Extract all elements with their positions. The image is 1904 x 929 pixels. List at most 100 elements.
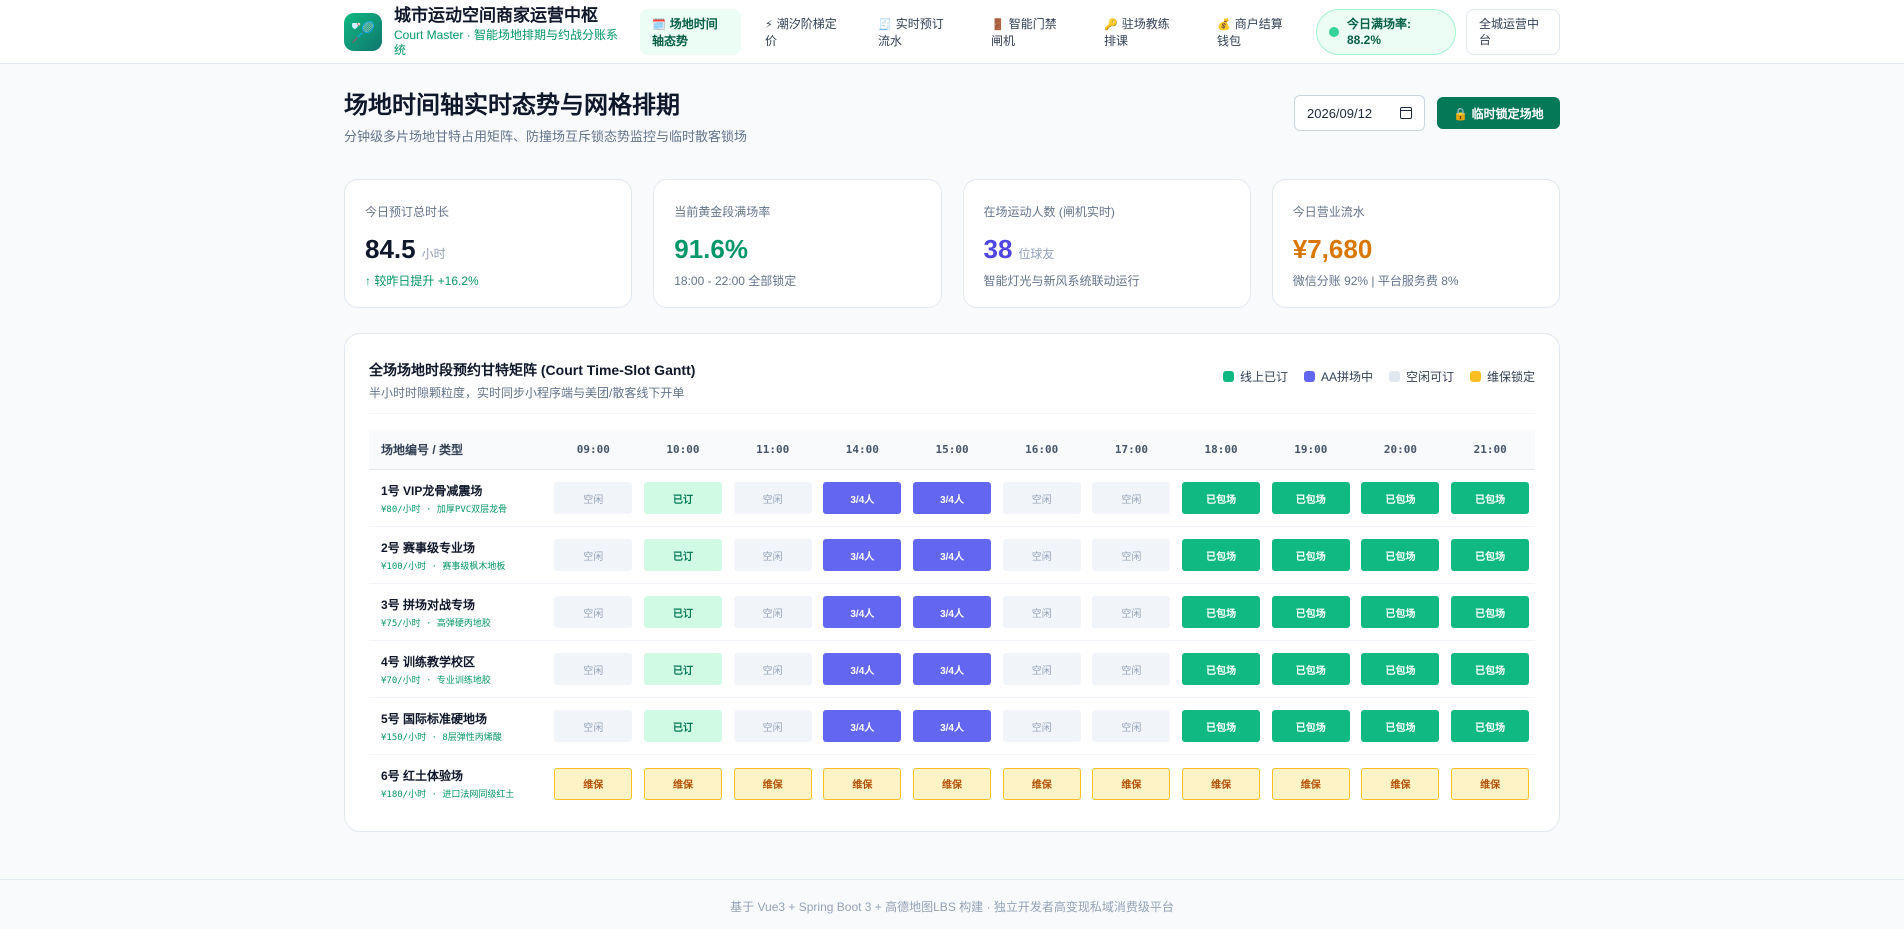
slot-cell[interactable]: 已包场 <box>1271 653 1350 685</box>
slot-cell[interactable]: 空闲 <box>1092 710 1171 742</box>
slot-cell[interactable]: 已包场 <box>1361 710 1440 742</box>
slot-cell[interactable]: 维保 <box>1182 767 1261 800</box>
date-picker[interactable]: 2026/09/12 <box>1294 95 1425 131</box>
brand[interactable]: 🏸 城市运动空间商家运营中枢 Court Master · 智能场地排期与约战分… <box>344 6 630 58</box>
slot-cell[interactable]: 已包场 <box>1182 710 1261 742</box>
slot-cell[interactable]: 已包场 <box>1271 539 1350 571</box>
slot-wrap: 空闲 <box>997 710 1087 742</box>
slot-cell[interactable]: 已包场 <box>1271 596 1350 628</box>
stat-note: 微信分账 92% | 平台服务费 8% <box>1292 274 1459 288</box>
court-meta: ¥70/小时 · 专业训练地胶 <box>381 675 491 686</box>
nav-item-3[interactable]: 🧾 实时预订流水 <box>866 9 967 55</box>
nav-item-6[interactable]: 💰 商户结算钱包 <box>1205 9 1306 55</box>
slot-cell[interactable]: 已包场 <box>1451 710 1530 742</box>
slot-cell[interactable]: 空闲 <box>1002 653 1081 685</box>
time-header: 19:00 <box>1294 443 1328 456</box>
slot-cell[interactable]: 已包场 <box>1451 539 1530 571</box>
stats-row: 今日预订总时长 84.5 小时 ↑ 较昨日提升 +16.2% 当前黄金段满场率 91.6%… <box>344 179 1560 308</box>
slot-cell[interactable]: 3/4人 <box>823 539 902 571</box>
slot-cell[interactable]: 维保 <box>913 767 992 800</box>
slot-cell[interactable]: 维保 <box>1092 767 1171 800</box>
slot-cell[interactable]: 3/4人 <box>913 710 992 742</box>
slot-cell[interactable]: 空闲 <box>733 710 812 742</box>
slot-cell[interactable]: 空闲 <box>733 482 812 514</box>
stat-unit: 位球友 <box>1018 247 1055 261</box>
slot-cell[interactable]: 维保 <box>1361 767 1440 800</box>
court-meta: ¥180/小时 · 进口法网同级红土 <box>381 790 515 800</box>
slot-cell[interactable]: 空闲 <box>1092 539 1171 571</box>
stat-value: 91.6% <box>674 234 748 264</box>
slot-cell[interactable]: 3/4人 <box>913 539 992 571</box>
slot-cell[interactable]: 空闲 <box>1002 539 1081 571</box>
slot-cell[interactable]: 已包场 <box>1182 539 1261 571</box>
slot-cell[interactable]: 空闲 <box>554 482 633 514</box>
time-header: 10:00 <box>666 443 700 456</box>
nav-item-label: ⚡ 潮汐阶梯定价 <box>765 16 842 49</box>
slot-wrap: 已包场 <box>1176 539 1266 571</box>
slot-cell[interactable]: 已订 <box>643 710 722 742</box>
slot-cell[interactable]: 空闲 <box>733 653 812 685</box>
nav-item-1[interactable]: 🗓️ 场地时间轴态势 <box>640 9 741 55</box>
slot-cell[interactable]: 空闲 <box>554 710 633 742</box>
slot-cell[interactable]: 3/4人 <box>913 596 992 628</box>
slot-cell[interactable]: 维保 <box>1451 767 1530 800</box>
court-info: 2号 赛事级专业场 ¥100/小时 · 赛事级枫木地板 <box>369 539 548 572</box>
slot-cell[interactable]: 空闲 <box>1092 482 1171 514</box>
slot-wrap: 空闲 <box>548 539 638 571</box>
slot-cell[interactable]: 空闲 <box>1002 482 1081 514</box>
slot-cell[interactable]: 3/4人 <box>823 710 902 742</box>
slot-cell[interactable]: 已包场 <box>1182 653 1261 685</box>
slot-cell[interactable]: 维保 <box>733 767 812 800</box>
stat-card-4: 今日营业流水 ¥7,680 微信分账 92% | 平台服务费 8% <box>1271 179 1560 308</box>
slot-cell[interactable]: 已订 <box>643 539 722 571</box>
nav-item-4[interactable]: 🚪 智能门禁闸机 <box>979 9 1080 55</box>
slot-cell[interactable]: 维保 <box>554 767 633 800</box>
slot-cell[interactable]: 空闲 <box>1002 596 1081 628</box>
slot-cell[interactable]: 3/4人 <box>913 482 992 514</box>
slot-cell[interactable]: 空闲 <box>554 596 633 628</box>
slot-cell[interactable]: 已包场 <box>1182 596 1261 628</box>
slot-cell[interactable]: 已订 <box>643 653 722 685</box>
main-nav: 🗓️ 场地时间轴态势 ⚡ 潮汐阶梯定价 🧾 实时预订流水 🚪 智能门禁闸机 🔑 驻场教练排课 💰 商户… <box>640 9 1306 55</box>
legend-swatch <box>1222 371 1234 382</box>
slot-cell[interactable]: 维保 <box>823 767 902 800</box>
slot-cell[interactable]: 已订 <box>643 482 722 514</box>
slot-cell[interactable]: 维保 <box>1271 767 1350 800</box>
slot-cell[interactable]: 3/4人 <box>823 596 902 628</box>
slot-cell[interactable]: 维保 <box>643 767 722 800</box>
slot-cell[interactable]: 已包场 <box>1361 539 1440 571</box>
slot-cell[interactable]: 已包场 <box>1451 653 1530 685</box>
slot-cell[interactable]: 空闲 <box>733 539 812 571</box>
slot-cell[interactable]: 空闲 <box>1002 710 1081 742</box>
court-info: 1号 VIP龙骨减震场 ¥80/小时 · 加厚PVC双层龙骨 <box>369 482 548 515</box>
slot-cell[interactable]: 已包场 <box>1361 482 1440 514</box>
slot-cell[interactable]: 空闲 <box>733 596 812 628</box>
slot-cell[interactable]: 已包场 <box>1271 710 1350 742</box>
slot-wrap: 空闲 <box>728 596 818 628</box>
nav-item-5[interactable]: 🔑 驻场教练排课 <box>1092 9 1193 55</box>
slot-cell[interactable]: 已包场 <box>1451 596 1530 628</box>
slot-cell[interactable]: 维保 <box>1002 767 1081 800</box>
time-header: 15:00 <box>935 443 969 456</box>
slot-cell[interactable]: 3/4人 <box>823 482 902 514</box>
slot-cell[interactable]: 3/4人 <box>823 653 902 685</box>
stat-card-1: 今日预订总时长 84.5 小时 ↑ 较昨日提升 +16.2% <box>344 179 633 308</box>
slot-cell[interactable]: 3/4人 <box>913 653 992 685</box>
calendar-icon[interactable] <box>1400 107 1412 119</box>
slot-cell[interactable]: 已订 <box>643 596 722 628</box>
slot-wrap: 空闲 <box>728 710 818 742</box>
slot-cell[interactable]: 已包场 <box>1361 653 1440 685</box>
city-ops-button[interactable]: 全城运营中台 <box>1466 9 1560 55</box>
brand-subtitle: Court Master · 智能场地排期与约战分账系统 <box>394 27 619 57</box>
slot-cell[interactable]: 已包场 <box>1361 596 1440 628</box>
slot-cell[interactable]: 已包场 <box>1182 482 1261 514</box>
slot-cell[interactable]: 空闲 <box>554 653 633 685</box>
lock-court-button[interactable]: 🔒 临时锁定场地 <box>1437 97 1560 129</box>
slot-cell[interactable]: 已包场 <box>1271 482 1350 514</box>
slot-cell[interactable]: 空闲 <box>1092 596 1171 628</box>
slot-cell[interactable]: 空闲 <box>1092 653 1171 685</box>
stat-unit: 小时 <box>421 247 446 261</box>
slot-cell[interactable]: 空闲 <box>554 539 633 571</box>
slot-cell[interactable]: 已包场 <box>1451 482 1530 514</box>
nav-item-2[interactable]: ⚡ 潮汐阶梯定价 <box>753 9 854 55</box>
